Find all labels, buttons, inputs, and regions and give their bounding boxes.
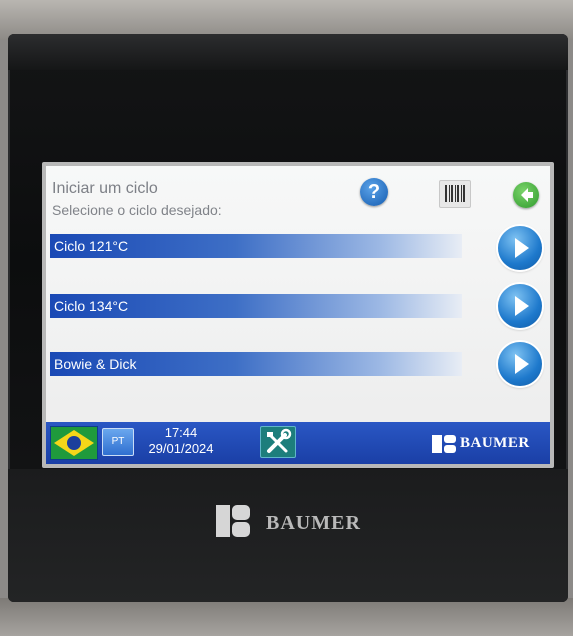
arrow-left-icon — [521, 188, 533, 202]
play-icon — [515, 296, 529, 316]
language-flag-button[interactable] — [50, 426, 98, 460]
barcode-button[interactable] — [439, 180, 471, 208]
cycle-label: Ciclo 121°C — [54, 238, 129, 254]
cycle-label: Ciclo 134°C — [54, 298, 129, 314]
background-wall-bottom — [0, 598, 573, 636]
play-icon — [515, 238, 529, 258]
tools-icon — [267, 428, 292, 453]
brand-name: BAUMER — [460, 435, 530, 451]
language-button[interactable]: PT — [102, 428, 134, 456]
play-icon — [515, 354, 529, 374]
touch-screen: Iniciar um ciclo Selecione o ciclo desej… — [42, 162, 554, 468]
bezel-lower-panel — [8, 469, 568, 602]
status-bar: PT 17:44 29/01/2024 BAUMER — [46, 422, 550, 464]
back-button[interactable] — [513, 182, 539, 208]
help-button[interactable]: ? — [360, 178, 388, 206]
clock-time: 17:44 — [164, 425, 198, 440]
cycle-item-121[interactable]: Ciclo 121°C — [50, 234, 462, 258]
start-cycle-bowie-dick-button[interactable] — [498, 342, 542, 386]
baumer-logo-icon — [432, 435, 456, 453]
start-cycle-134-button[interactable] — [498, 284, 542, 328]
cycle-item-bowie-dick[interactable]: Bowie & Dick — [50, 352, 462, 376]
cycle-label: Bowie & Dick — [54, 356, 137, 372]
cycle-item-134[interactable]: Ciclo 134°C — [50, 294, 462, 318]
help-icon: ? — [367, 181, 381, 203]
bezel-logo-icon — [216, 505, 250, 537]
bezel-brand-name: BAUMER — [266, 512, 361, 534]
brazil-flag-icon — [51, 427, 97, 459]
bezel-top-strip — [8, 34, 568, 70]
page-title: Iniciar um ciclo — [52, 180, 158, 197]
start-cycle-121-button[interactable] — [498, 226, 542, 270]
clock-date: 29/01/2024 — [148, 441, 214, 456]
screen-content: Iniciar um ciclo Selecione o ciclo desej… — [46, 166, 550, 464]
settings-tools-button[interactable] — [260, 426, 296, 458]
page-subtitle: Selecione o ciclo desejado: — [52, 202, 222, 218]
